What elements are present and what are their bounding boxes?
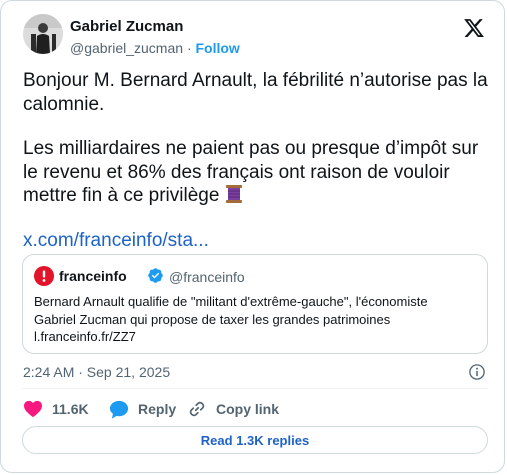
tweet-link[interactable]: x.com/franceinfo/sta... — [23, 230, 209, 251]
author-handle-row: @gabriel_zucman · Follow — [70, 40, 240, 56]
quoted-author-name: franceinfo — [59, 268, 127, 284]
tweet-body: Bonjour M. Bernard Arnault, la fébrilité… — [23, 69, 493, 252]
tweet-paragraph-1: Bonjour M. Bernard Arnault, la fébrilité… — [23, 70, 488, 115]
reply-label: Reply — [138, 401, 177, 417]
franceinfo-logo-icon — [34, 266, 54, 286]
link-icon — [189, 401, 205, 417]
reply-bubble-icon — [109, 400, 129, 419]
divider — [22, 388, 488, 389]
copy-link-button[interactable]: Copy link — [187, 398, 279, 420]
tweet-paragraph-2: Les milliardaires ne paient pas ou presq… — [23, 137, 493, 208]
follow-button[interactable]: Follow — [196, 40, 240, 56]
heart-icon — [24, 400, 42, 418]
tweet-timestamp[interactable]: 2:24 AM · Sep 21, 2025 — [23, 364, 170, 380]
tweet-paragraph-2-text: Les milliardaires ne paient pas ou presq… — [23, 138, 479, 206]
info-icon[interactable] — [468, 363, 486, 381]
author-name[interactable]: Gabriel Zucman — [70, 18, 183, 35]
like-count: 11.6K — [52, 401, 89, 417]
avatar-image — [23, 14, 63, 54]
author-handle[interactable]: @gabriel_zucman — [70, 40, 183, 56]
tweet-card: Gabriel Zucman @gabriel_zucman · Follow … — [0, 0, 505, 473]
avatar[interactable] — [23, 14, 63, 54]
read-replies-button[interactable]: Read 1.3K replies — [22, 426, 488, 454]
spool-of-thread-icon — [225, 185, 242, 203]
quoted-author-handle: @franceinfo — [169, 269, 245, 285]
quoted-link[interactable]: l.franceinfo.fr/ZZ7 — [34, 328, 479, 346]
copy-link-label: Copy link — [216, 401, 280, 417]
reply-button[interactable]: Reply — [109, 398, 176, 420]
separator-dot: · — [186, 40, 192, 56]
x-logo-icon[interactable] — [463, 17, 485, 39]
like-button[interactable]: 11.6K — [23, 398, 89, 420]
quoted-tweet-card[interactable]: franceinfo @franceinfo Bernard Arnault q… — [22, 254, 488, 354]
quoted-line-1: Bernard Arnault qualifie de "militant d'… — [34, 294, 428, 309]
verified-badge-icon — [148, 268, 163, 283]
quoted-line-2: Gabriel Zucman qui propose de taxer les … — [34, 311, 391, 327]
quoted-text: Bernard Arnault qualifie de "militant d'… — [34, 293, 479, 346]
